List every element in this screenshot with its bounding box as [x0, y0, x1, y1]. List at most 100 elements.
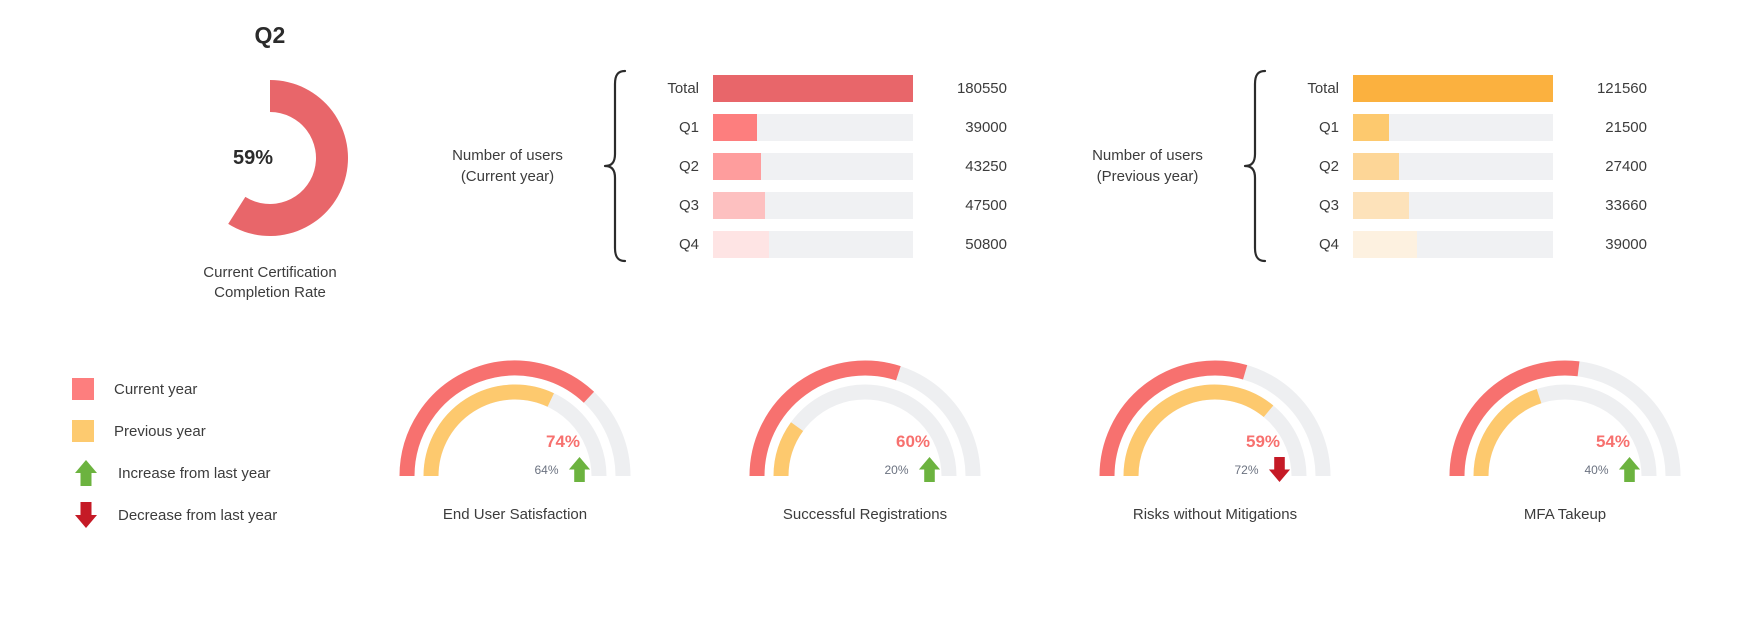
gauge-previous-row: 20% [838, 455, 988, 484]
dashboard: Q2 59% Current Certification Completion … [0, 0, 1760, 632]
gauge-readout: 54% 40% [1538, 431, 1688, 484]
bar-row: Q4 39000 [1279, 230, 1647, 258]
bar-fill [713, 191, 765, 219]
bar-list-current: Total 180550 Q1 39000 Q2 43250 Q3 47500 Q4 50800 [639, 74, 1007, 258]
donut-caption-line2: Completion Rate [214, 284, 326, 301]
gauge: 59% 72% Risks without Mitigations [1040, 358, 1390, 523]
bar-row-value: 121560 [1596, 79, 1647, 97]
bar-row-label: Q3 [678, 196, 699, 214]
bar-row: Q1 21500 [1279, 113, 1647, 141]
gauge: 74% 64% End User Satisfaction [340, 358, 690, 523]
gauge-previous-arc [773, 422, 804, 477]
bar-group-previous-year: Number of users (Previous year) Total 121… [1060, 68, 1647, 264]
legend-item-label: Decrease from last year [118, 506, 278, 524]
bar-track [713, 74, 913, 102]
bar-row-label: Q2 [1318, 157, 1339, 175]
donut-caption-line1: Current Certification [203, 264, 337, 281]
gauge-readout: 59% 72% [1188, 431, 1338, 484]
legend-color-swatch [72, 420, 94, 442]
gauge-chart: 60% 20% [740, 358, 990, 488]
bar-row-label: Q4 [678, 235, 699, 253]
bar-track [713, 191, 913, 219]
bar-track [1353, 230, 1553, 258]
donut-caption: Current Certification Completion Rate [120, 263, 420, 303]
legend-item-label: Current year [114, 380, 198, 398]
brace-label-line2: (Current year) [460, 168, 555, 185]
legend-color-swatch [72, 378, 94, 400]
bar-fill [1353, 191, 1409, 219]
arrow-up-icon [917, 455, 942, 484]
brace-label-line2: (Previous year) [1096, 168, 1199, 185]
bar-row: Q3 33660 [1279, 191, 1647, 219]
brace-label-line1: Number of users [452, 147, 563, 164]
bar-row-label: Q3 [1318, 196, 1339, 214]
gauge-previous-value: 64% [534, 462, 559, 477]
legend-item-label: Increase from last year [118, 464, 271, 482]
bar-track [1353, 113, 1553, 141]
legend-item: Current year [72, 368, 372, 410]
bar-fill [713, 230, 769, 258]
bar-list-previous: Total 121560 Q1 21500 Q2 27400 Q3 33660 Q4 39000 [1279, 74, 1647, 258]
bar-row: Q1 39000 [639, 113, 1007, 141]
bar-row-value: 180550 [956, 79, 1007, 97]
bar-row-value: 21500 [1605, 118, 1647, 136]
gauge-previous-row: 64% [488, 455, 638, 484]
gauge-previous-row: 72% [1188, 455, 1338, 484]
bar-fill [713, 113, 757, 141]
gauge-chart: 59% 72% [1090, 358, 1340, 488]
bar-row-value: 39000 [1605, 235, 1647, 253]
bar-row-label: Q4 [1318, 235, 1339, 253]
certification-donut-panel: Q2 59% Current Certification Completion … [120, 22, 420, 322]
donut-value: 59% [232, 146, 274, 169]
gauge-current-value: 54% [1595, 432, 1631, 451]
gauge-row: 74% 64% End User Satisfaction 60% 20% Success… [340, 358, 1740, 523]
bar-track [1353, 191, 1553, 219]
bar-row: Total 180550 [639, 74, 1007, 102]
bar-fill [713, 74, 913, 102]
gauge-title: Successful Registrations [782, 506, 948, 523]
legend: Current year Previous year Increase from l… [72, 368, 372, 536]
gauge-title: Risks without Mitigations [1132, 506, 1298, 523]
gauge-chart: 54% 40% [1440, 358, 1690, 488]
bar-row-value: 50800 [965, 235, 1007, 253]
brace-label-line1: Number of users [1092, 147, 1203, 164]
bar-row-label: Total [667, 79, 699, 97]
gauge-current-value: 59% [1245, 432, 1281, 451]
bar-group-current-year: Number of users (Current year) Total 1805… [420, 68, 1007, 264]
arrow-down-icon [1267, 455, 1292, 484]
gauge-title: End User Satisfaction [442, 506, 588, 523]
bar-group-brace-label: Number of users (Current year) [420, 145, 595, 187]
legend-item: Decrease from last year [72, 494, 372, 536]
gauge-previous-row: 40% [1538, 455, 1688, 484]
gauge-current-value: 60% [895, 432, 931, 451]
legend-item: Previous year [72, 410, 372, 452]
bar-row-value: 47500 [965, 196, 1007, 214]
gauge-readout: 60% 20% [838, 431, 988, 484]
bar-fill [1353, 230, 1417, 258]
arrow-up-icon [1617, 455, 1642, 484]
bar-row-label: Q1 [678, 118, 699, 136]
gauge: 60% 20% Successful Registrations [690, 358, 1040, 523]
gauge-readout: 74% 64% [488, 431, 638, 484]
bar-row-label: Total [1307, 79, 1339, 97]
bar-fill [713, 152, 761, 180]
bar-row: Total 121560 [1279, 74, 1647, 102]
donut-chart: 59% [175, 63, 365, 253]
arrow-up-icon [72, 457, 100, 489]
gauge-title: MFA Takeup [1523, 506, 1607, 523]
bar-row-value: 27400 [1605, 157, 1647, 175]
donut-quarter-label: Q2 [254, 22, 286, 48]
arrow-up-icon [567, 455, 592, 484]
bar-track [713, 152, 913, 180]
bar-group-brace-label: Number of users (Previous year) [1060, 145, 1235, 187]
gauge-previous-value: 72% [1234, 462, 1259, 477]
bar-track [1353, 74, 1553, 102]
bar-row-value: 43250 [965, 157, 1007, 175]
curly-brace-icon [603, 69, 627, 263]
legend-item: Increase from last year [72, 452, 372, 494]
bar-row: Q2 27400 [1279, 152, 1647, 180]
gauge-chart: 74% 64% [390, 358, 640, 488]
bar-row-value: 39000 [965, 118, 1007, 136]
bar-fill [1353, 74, 1553, 102]
bar-track [1353, 152, 1553, 180]
